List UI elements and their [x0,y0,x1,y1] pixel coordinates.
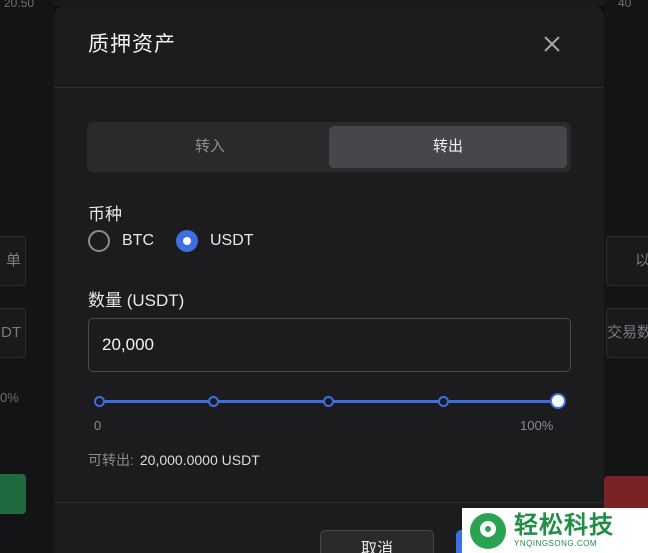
currency-label: 币种 [88,205,122,224]
watermark-cn: 轻松科技 [514,511,614,539]
pledge-asset-modal: 质押资产 转入 转出 币种 BTC USDT 数量 (USDT) 0 100% … [54,6,604,553]
transfer-direction-tabs: 转入 转出 [87,122,571,172]
watermark-en: YNQINGSONG.COM [514,538,598,548]
available-label: 可转出: [88,452,134,468]
background-input-box: DT [0,308,26,358]
modal-header: 质押资产 [54,6,604,88]
close-icon[interactable] [538,30,566,58]
site-watermark: 轻松科技 YNQINGSONG.COM [462,508,648,553]
radio-checked-icon [176,230,198,252]
slider-step-0[interactable] [94,396,105,407]
amount-input[interactable] [88,318,571,372]
modal-title: 质押资产 [88,33,176,56]
background-price-text-right: 40 [618,0,632,10]
available-value: 20,000.0000 USDT [139,452,260,468]
tab-transfer-out[interactable]: 转出 [329,126,567,168]
slider-handle[interactable] [550,393,566,409]
tab-transfer-in[interactable]: 转入 [91,126,329,168]
slider-step-25[interactable] [208,396,219,407]
slider-max-label: 100% [520,418,554,433]
watermark-logo-icon [470,512,506,549]
watermark-text: 轻松科技 YNQINGSONG.COM [514,511,614,549]
background-input-box: 单 [0,236,26,286]
footer-divider [54,502,604,503]
background-percent-text: 0% [0,390,19,405]
background-buy-button [0,474,26,514]
cancel-button[interactable]: 取消 [320,530,434,553]
amount-label: 数量 (USDT) [88,291,185,310]
background-input-box-right: 以 [606,236,648,286]
radio-btc[interactable]: BTC [88,230,154,252]
amount-slider[interactable] [94,393,566,409]
radio-label-usdt: USDT [210,232,254,249]
available-amount: 可转出: 20,000.0000 USDT [88,450,260,470]
radio-label-btc: BTC [122,232,154,249]
slider-step-75[interactable] [438,396,449,407]
background-price-text: 20.50 [4,0,35,10]
radio-unchecked-icon [88,230,110,252]
background-input-box-right: 交易数 [606,308,648,358]
slider-step-50[interactable] [323,396,334,407]
radio-usdt[interactable]: USDT [176,230,254,252]
currency-radio-group: BTC USDT [88,230,276,252]
slider-min-label: 0 [94,418,102,433]
